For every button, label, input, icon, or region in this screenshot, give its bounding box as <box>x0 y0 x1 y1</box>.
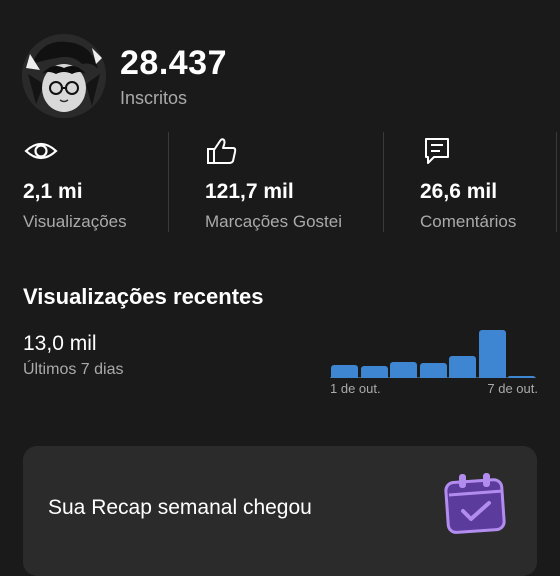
eye-icon <box>23 136 59 166</box>
channel-header: 28.437 Inscritos <box>22 34 542 118</box>
stat-value: 26,6 mil <box>420 180 498 203</box>
divider <box>383 132 384 232</box>
subscriber-label: Inscritos <box>120 88 188 108</box>
recent-views-period: Últimos 7 dias <box>23 361 124 378</box>
stat-value: 121,7 mil <box>205 180 294 203</box>
chart-bar <box>508 376 535 378</box>
chart-bar <box>419 363 447 378</box>
recent-views-value: 13,0 mil <box>23 332 97 355</box>
divider <box>556 132 557 232</box>
thumbs-up-icon <box>205 136 241 166</box>
divider <box>168 132 169 232</box>
chart-x-end-label: 7 de out. <box>487 381 538 396</box>
chart-bar <box>390 362 417 378</box>
stat-label: Marcações Gostei <box>205 212 342 231</box>
subscriber-count: 28.437 <box>120 44 227 82</box>
recap-text: Sua Recap semanal chegou <box>48 496 312 519</box>
chart-bar <box>478 330 506 378</box>
recap-card[interactable]: Sua Recap semanal chegou <box>23 446 537 576</box>
avatar[interactable] <box>22 34 106 118</box>
stat-value: 2,1 mi <box>23 180 83 203</box>
comment-icon <box>420 136 456 166</box>
stat-label: Comentários <box>420 212 517 231</box>
chart-bar <box>449 356 476 378</box>
calendar-check-icon <box>443 471 509 537</box>
chart-bar <box>331 365 358 378</box>
stats-row: 2,1 mi Visualizações 121,7 mil Marcações… <box>0 132 560 236</box>
chart-bar <box>360 366 388 378</box>
recent-views-title: Visualizações recentes <box>23 284 264 309</box>
chart-x-start-label: 1 de out. <box>330 381 381 396</box>
recent-views-chart[interactable]: 1 de out. 7 de out. <box>328 322 540 400</box>
stat-label: Visualizações <box>23 212 127 231</box>
